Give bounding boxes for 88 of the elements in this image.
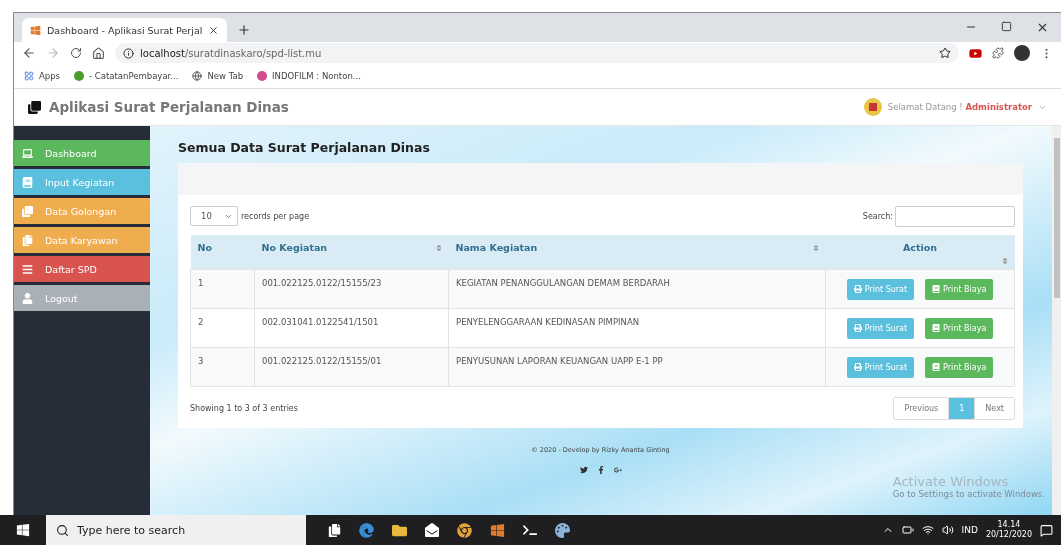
chrome-icon[interactable]	[457, 522, 472, 538]
printer-icon	[853, 324, 862, 332]
terminal-icon[interactable]	[523, 523, 537, 537]
wifi-icon[interactable]	[921, 524, 934, 536]
globe-icon	[192, 71, 203, 81]
reload-icon[interactable]	[70, 47, 82, 59]
menu-item-icon	[22, 205, 33, 217]
table-cell: 001.022125.0122/15155/01	[254, 347, 449, 387]
palette-icon[interactable]	[555, 522, 570, 538]
emblem-icon	[863, 98, 882, 116]
table-cell: KEGIATAN PENANGGULANGAN DEMAM BERDARAH	[448, 269, 826, 309]
column-header[interactable]: Nama Kegiatan	[448, 235, 826, 270]
table-info: Showing 1 to 3 of 3 entries	[190, 404, 298, 413]
activation-title: Activate Windows	[892, 474, 1010, 489]
print-biaya-button[interactable]: Print Biaya	[925, 317, 994, 339]
app-title: Aplikasi Surat Perjalanan Dinas	[49, 99, 289, 115]
sidebar-item[interactable]: Daftar SPD	[14, 256, 150, 282]
print-biaya-button[interactable]: Print Biaya	[925, 356, 994, 378]
printer-icon	[853, 285, 862, 293]
menu-item-icon	[22, 147, 33, 159]
bookmark[interactable]: - CatatanPembayar...	[74, 71, 179, 81]
site-icon	[257, 71, 268, 81]
column-header[interactable]: No	[190, 235, 255, 270]
sidebar-item[interactable]: Dashboard	[14, 140, 150, 166]
bookmark[interactable]: New Tab	[192, 71, 244, 81]
bookmark[interactable]: Apps	[24, 71, 61, 81]
table-cell: 2	[190, 308, 255, 348]
bookmark[interactable]: INDOFILM : Nonton...	[257, 71, 361, 81]
site-icon	[74, 71, 85, 81]
table-cell: 3	[190, 347, 255, 387]
app-favicon-icon	[30, 24, 41, 36]
sort-icon	[1000, 257, 1009, 265]
twitter-icon[interactable]	[579, 466, 588, 474]
close-icon[interactable]	[1036, 21, 1049, 34]
menu-item-icon	[22, 263, 33, 275]
book-icon	[932, 285, 941, 293]
folder-icon[interactable]	[392, 522, 407, 538]
maximize-icon[interactable]	[1001, 21, 1012, 32]
activation-message: Go to Settings to activate Windows.	[892, 489, 1045, 499]
browser-tab[interactable]: Dashboard - Aplikasi Surat Perjal	[22, 18, 227, 42]
page-length-label: records per page	[241, 211, 310, 221]
app-icon[interactable]	[490, 522, 505, 538]
mail-icon[interactable]	[425, 523, 439, 537]
search-field[interactable]	[895, 205, 1015, 227]
previous-button[interactable]: Previous	[894, 398, 950, 419]
book-icon	[932, 324, 941, 332]
task-view-icon[interactable]	[328, 523, 341, 537]
back-icon[interactable]	[22, 46, 36, 60]
browser-icon[interactable]	[359, 522, 374, 538]
table-cell: 1	[190, 269, 255, 309]
google-plus-icon[interactable]	[613, 466, 622, 474]
table-cell: PENYUSUNAN LAPORAN KEUANGAN UAPP E-1 PP	[448, 347, 826, 387]
column-header[interactable]: No Kegiatan	[254, 235, 449, 270]
battery-icon[interactable]	[901, 524, 914, 536]
scrollbar-thumb[interactable]	[1053, 138, 1060, 298]
table-cell: 001.022125.0122/15155/23	[254, 269, 449, 309]
close-icon[interactable]	[208, 24, 219, 36]
volume-icon[interactable]	[941, 524, 954, 536]
page-length-select[interactable]: 10	[190, 206, 238, 226]
info-icon[interactable]	[123, 47, 134, 59]
sort-icon	[811, 244, 820, 252]
user-menu[interactable]: Selamat Datang ! Administrator	[863, 98, 1047, 116]
menu-item-icon	[22, 234, 33, 246]
star-icon[interactable]	[939, 47, 951, 59]
printer-icon	[853, 363, 862, 371]
table-cell: 002.031041.0122541/1501	[254, 308, 449, 348]
book-icon	[932, 363, 941, 371]
grid-icon	[24, 71, 34, 81]
notifications-icon[interactable]	[1040, 523, 1053, 537]
taskbar-clock[interactable]: 14.14 20/12/2020	[985, 520, 1032, 540]
language-indicator[interactable]: IND	[961, 525, 978, 535]
sort-icon	[434, 244, 443, 252]
page-title: Semua Data Surat Perjalanan Dinas	[178, 140, 431, 155]
home-icon[interactable]	[92, 46, 105, 60]
menu-item-icon	[22, 292, 33, 304]
search-icon	[56, 523, 69, 537]
extensions-icon[interactable]	[992, 47, 1004, 59]
column-header[interactable]: Action	[825, 235, 1015, 270]
avatar-icon	[1014, 45, 1030, 61]
video-extension-icon	[969, 46, 982, 60]
menu-item-icon	[22, 176, 33, 188]
taskbar-search-field[interactable]: Type here to search	[46, 515, 306, 545]
table-cell: PENYELENGGARAAN KEDINASAN PIMPINAN	[448, 308, 826, 348]
address-bar[interactable]: localhost/suratdinaskaro/spd-list.mu	[115, 43, 959, 63]
search-label: Search:	[862, 211, 893, 221]
facebook-icon[interactable]	[596, 466, 605, 474]
print-biaya-button[interactable]: Print Biaya	[925, 278, 994, 300]
new-tab-icon[interactable]	[237, 23, 251, 37]
